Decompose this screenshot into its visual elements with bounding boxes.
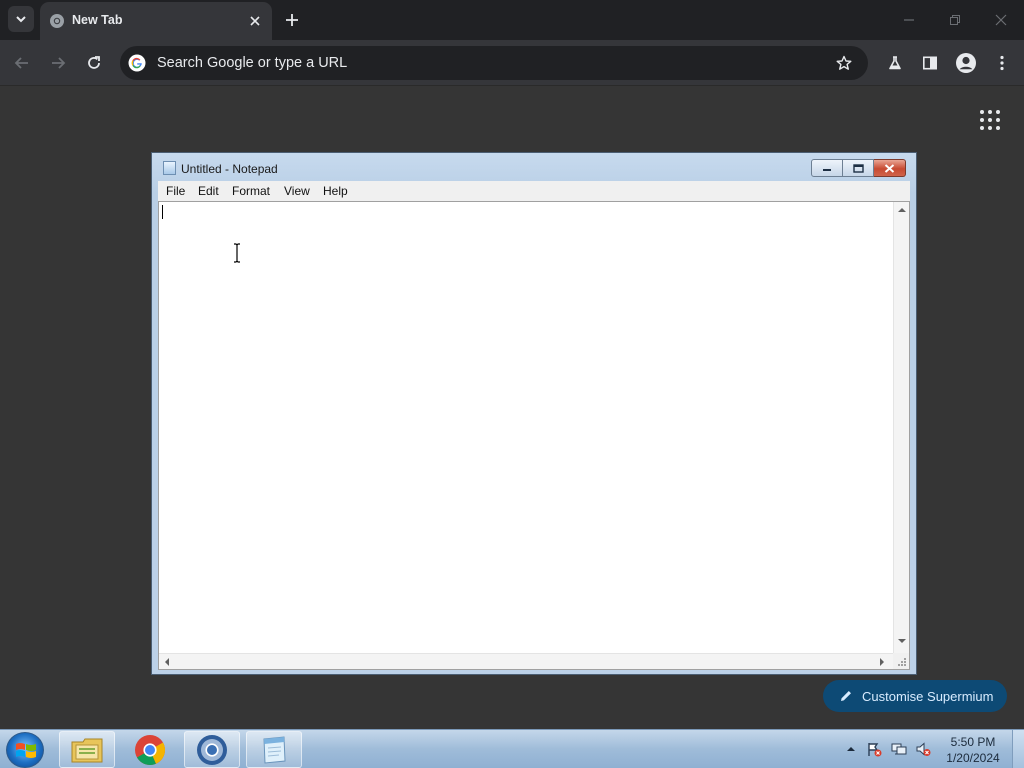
notepad-menubar: File Edit Format View Help bbox=[158, 181, 910, 201]
arrow-right-icon bbox=[52, 57, 66, 69]
chrome-favicon-icon bbox=[50, 14, 64, 28]
browser-minimize-button[interactable] bbox=[895, 6, 923, 34]
bookmark-star-button[interactable] bbox=[834, 53, 854, 73]
account-icon bbox=[956, 53, 976, 73]
minimize-icon bbox=[823, 169, 831, 171]
resize-grip-icon bbox=[898, 658, 906, 666]
browser-toolbar: Search Google or type a URL bbox=[0, 40, 1024, 86]
profile-button[interactable] bbox=[954, 51, 978, 75]
taskbar-clock[interactable]: 5:50 PM 1/20/2024 bbox=[940, 734, 1006, 766]
pencil-icon bbox=[841, 691, 851, 701]
network-icon[interactable] bbox=[891, 741, 907, 757]
tab-strip: New Tab bbox=[0, 0, 1024, 40]
notepad-title: Untitled - Notepad bbox=[181, 162, 278, 176]
restore-icon bbox=[950, 15, 960, 25]
show-hidden-icons-button[interactable] bbox=[846, 745, 856, 753]
customise-button[interactable]: Customise Supermium bbox=[823, 680, 1007, 712]
menu-format[interactable]: Format bbox=[232, 184, 270, 198]
close-icon bbox=[250, 16, 260, 26]
scroll-right-icon[interactable] bbox=[879, 658, 885, 666]
notepad-close-button[interactable] bbox=[874, 159, 906, 177]
reload-button[interactable] bbox=[82, 51, 106, 75]
chrome-icon bbox=[135, 734, 166, 765]
taskbar-supermium[interactable] bbox=[184, 731, 240, 768]
menu-view[interactable]: View bbox=[284, 184, 310, 198]
taskbar: 5:50 PM 1/20/2024 bbox=[0, 729, 1024, 768]
scroll-left-icon[interactable] bbox=[164, 658, 170, 666]
text-caret bbox=[162, 205, 163, 219]
clock-date: 1/20/2024 bbox=[946, 751, 1000, 765]
scroll-up-icon[interactable] bbox=[898, 207, 906, 213]
show-desktop-button[interactable] bbox=[1012, 730, 1024, 768]
side-panel-button[interactable] bbox=[918, 51, 942, 75]
start-button[interactable] bbox=[6, 732, 44, 768]
taskbar-notepad[interactable] bbox=[246, 731, 302, 768]
clock-time: 5:50 PM bbox=[950, 735, 996, 749]
arrow-left-icon bbox=[14, 57, 28, 69]
windows-logo-icon bbox=[16, 743, 36, 758]
tab-close-button[interactable] bbox=[246, 12, 264, 30]
star-icon bbox=[836, 55, 852, 70]
menu-file[interactable]: File bbox=[166, 184, 185, 198]
horizontal-scrollbar[interactable] bbox=[159, 653, 893, 669]
side-panel-icon bbox=[922, 56, 937, 70]
google-g-icon bbox=[128, 54, 146, 72]
new-tab-button[interactable] bbox=[282, 10, 302, 30]
tab-search-button[interactable] bbox=[8, 6, 34, 32]
browser-restore-button[interactable] bbox=[941, 6, 969, 34]
notepad-text-area[interactable] bbox=[158, 201, 910, 670]
volume-muted-icon[interactable] bbox=[915, 741, 931, 757]
minimize-icon bbox=[904, 19, 914, 21]
reload-icon bbox=[88, 56, 100, 69]
action-center-flag-icon[interactable] bbox=[866, 741, 882, 757]
close-icon bbox=[995, 14, 1007, 26]
customise-label: Customise Supermium bbox=[862, 688, 994, 704]
file-explorer-icon bbox=[71, 738, 103, 762]
mouse-cursor-ibeam-icon bbox=[234, 243, 240, 263]
taskbar-chrome[interactable] bbox=[122, 731, 178, 768]
omnibox-placeholder: Search Google or type a URL bbox=[157, 55, 348, 71]
notepad-icon bbox=[263, 735, 286, 764]
flask-icon bbox=[889, 56, 901, 70]
google-apps-icon[interactable] bbox=[978, 108, 1002, 132]
scroll-down-icon[interactable] bbox=[898, 638, 906, 644]
tab-new-tab[interactable]: New Tab bbox=[40, 2, 272, 40]
labs-button[interactable] bbox=[883, 51, 907, 75]
close-icon bbox=[884, 163, 895, 173]
notepad-window: Untitled - Notepad File Edit Format View… bbox=[151, 152, 917, 675]
browser-menu-button[interactable] bbox=[990, 51, 1014, 75]
menu-help[interactable]: Help bbox=[323, 184, 348, 198]
chevron-down-icon bbox=[16, 16, 26, 23]
tab-title: New Tab bbox=[72, 13, 123, 27]
browser-close-button[interactable] bbox=[987, 6, 1015, 34]
back-button[interactable] bbox=[10, 51, 34, 75]
vertical-scrollbar[interactable] bbox=[893, 202, 909, 654]
maximize-icon bbox=[852, 163, 864, 173]
supermium-icon bbox=[197, 734, 227, 765]
forward-button[interactable] bbox=[46, 51, 70, 75]
taskbar-file-explorer[interactable] bbox=[59, 731, 115, 768]
caption-buttons bbox=[811, 159, 906, 177]
more-vertical-icon bbox=[1000, 55, 1004, 71]
notepad-icon bbox=[163, 161, 176, 175]
resize-grip[interactable] bbox=[893, 653, 909, 669]
notepad-maximize-button[interactable] bbox=[843, 159, 874, 177]
notepad-minimize-button[interactable] bbox=[811, 159, 843, 177]
omnibox[interactable]: Search Google or type a URL bbox=[120, 46, 868, 80]
plus-icon bbox=[286, 14, 298, 26]
notepad-titlebar[interactable]: Untitled - Notepad bbox=[152, 153, 916, 181]
menu-edit[interactable]: Edit bbox=[198, 184, 219, 198]
